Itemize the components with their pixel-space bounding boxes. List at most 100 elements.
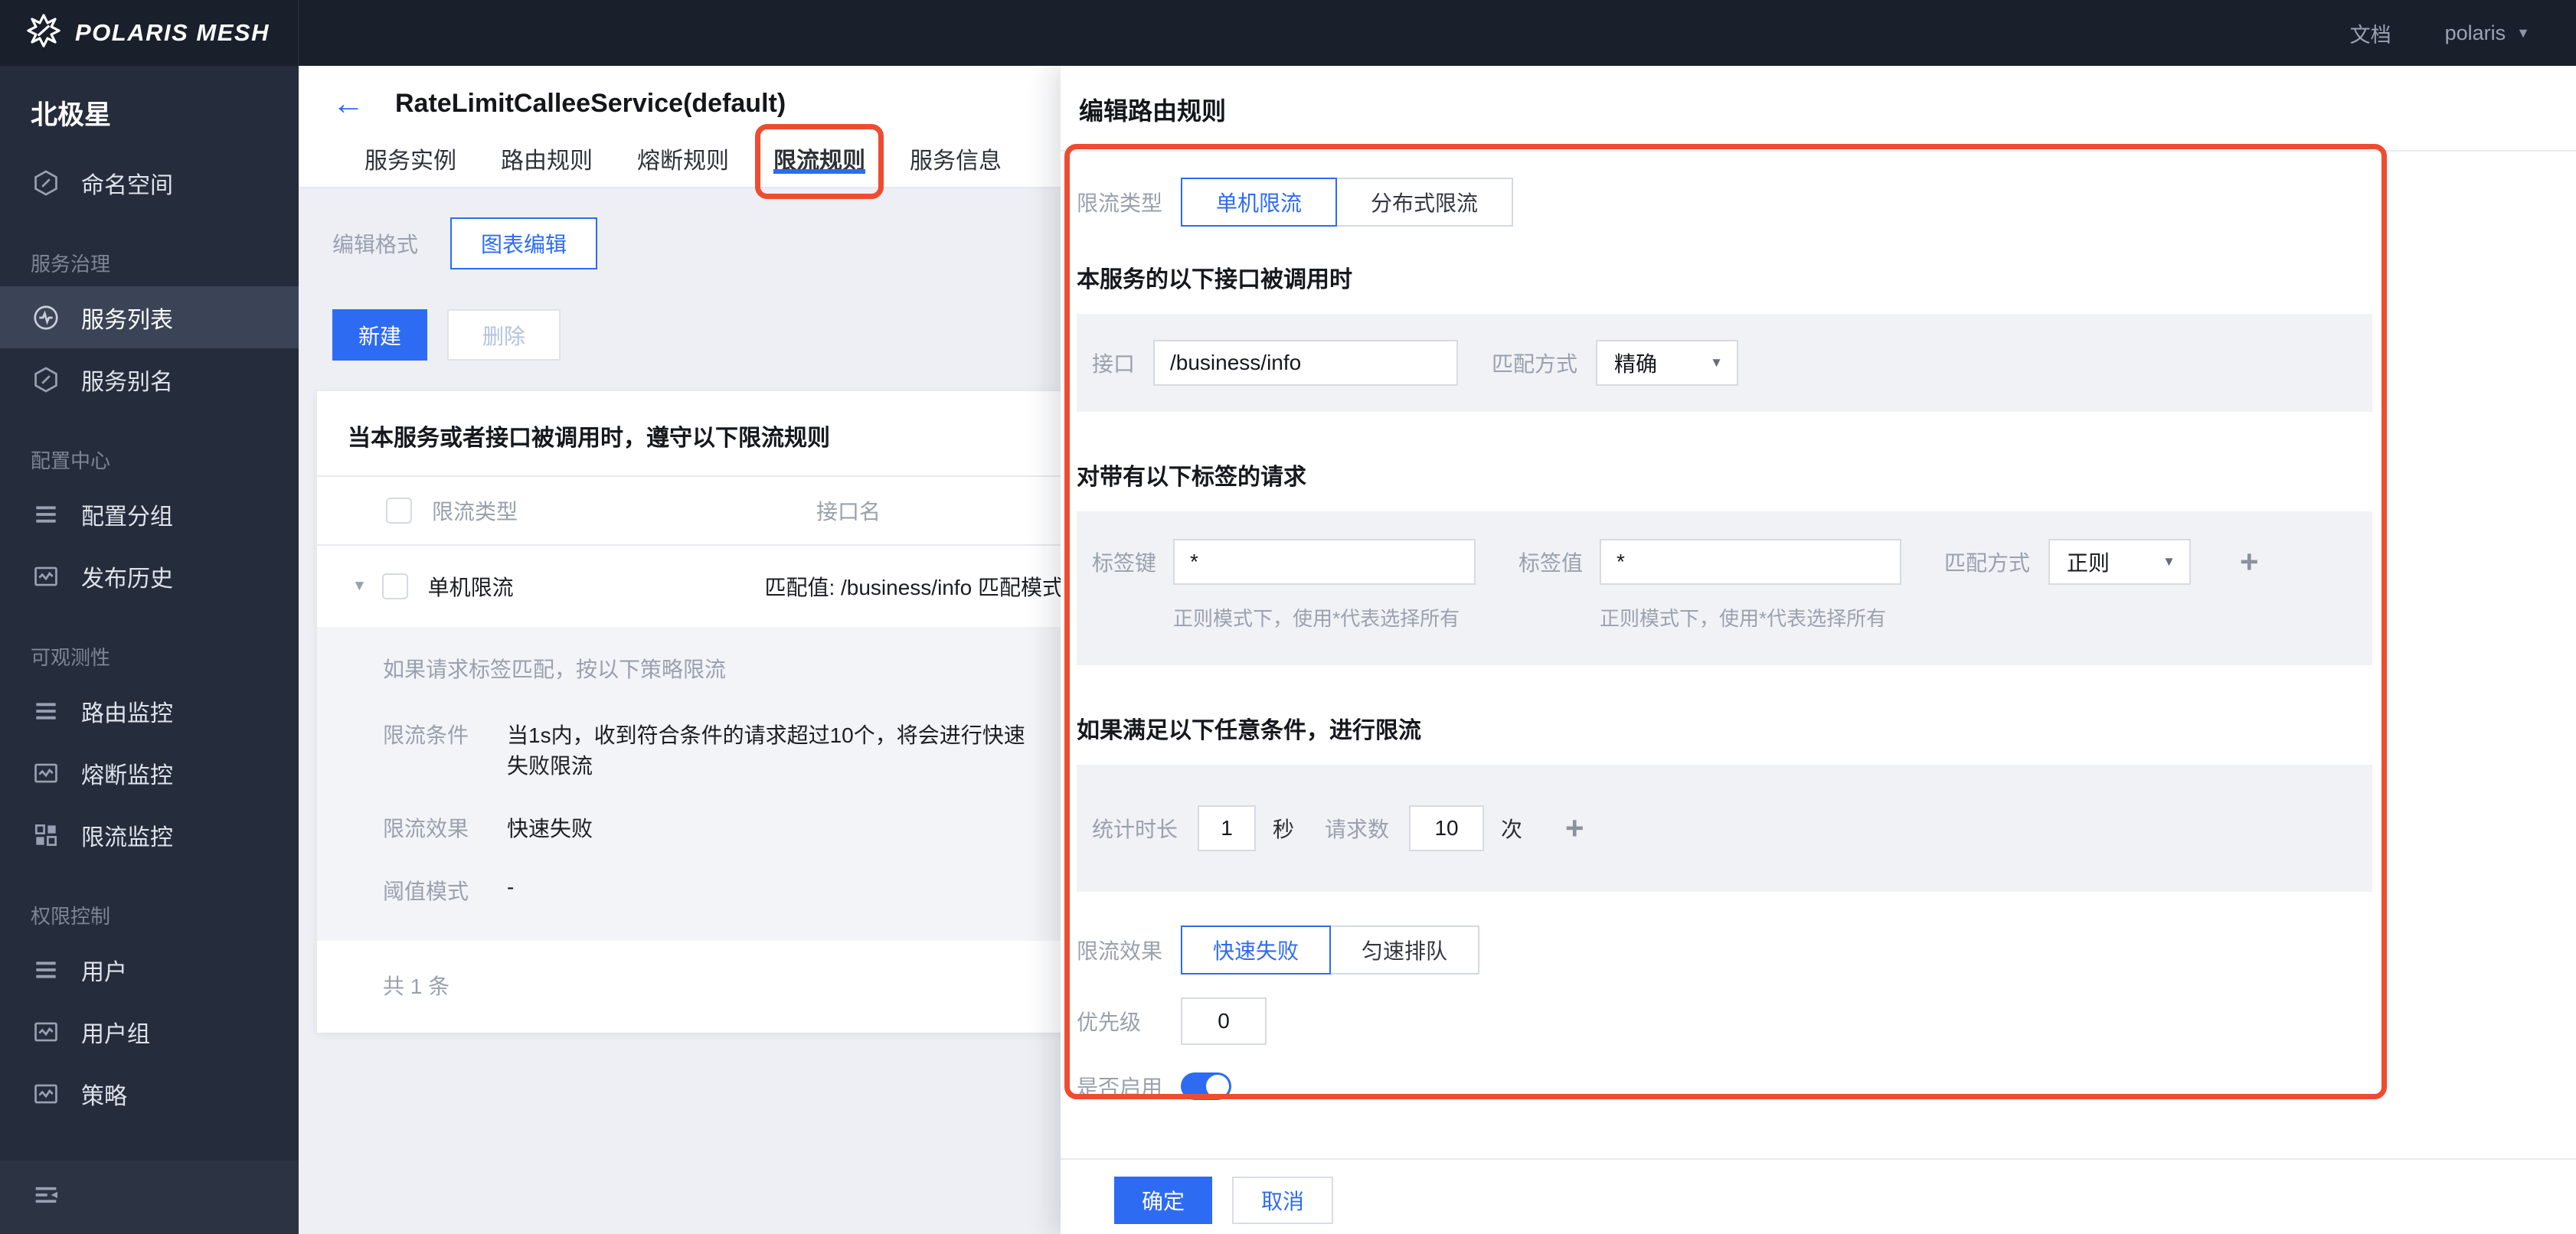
priority-label: 优先级 (1077, 1010, 1142, 1034)
drawer-footer: 确定 取消 (1061, 1158, 2576, 1224)
sidebar-section-observability: 可观测性 (31, 646, 111, 669)
type-option-single[interactable]: 单机限流 (1181, 178, 1338, 227)
grid-icon (31, 820, 61, 850)
topbar: POLARIS MESH 文档 polaris ▼ (0, 0, 2576, 66)
select-all-checkbox[interactable] (386, 498, 412, 524)
sidebar-item-route-monitor[interactable]: 路由监控 (0, 680, 299, 742)
user-menu[interactable]: polaris ▼ (2445, 21, 2530, 45)
tab-circuitbreak-rules[interactable]: 熔断规则 (637, 141, 729, 187)
section-interface: 本服务的以下接口被调用时 (1077, 267, 1352, 292)
toggle-knob (1206, 1075, 1229, 1098)
sidebar-item-label: 路由监控 (81, 700, 173, 726)
tab-route-rules[interactable]: 路由规则 (501, 141, 593, 187)
new-rule-button[interactable]: 新建 (332, 309, 428, 361)
type-label: 限流类型 (1077, 191, 1163, 215)
interface-input[interactable] (1153, 340, 1458, 386)
duration-input[interactable] (1198, 805, 1256, 851)
add-tag-icon[interactable]: + (2240, 546, 2259, 578)
tag-match-label: 匹配方式 (1944, 551, 2031, 575)
sidebar-item-label: 配置分组 (81, 504, 173, 530)
tag-key-input[interactable] (1173, 539, 1476, 585)
effect-option-queue[interactable]: 匀速排队 (1329, 925, 1480, 974)
ratelimit-rules-card: 当本服务或者接口被调用时，遵守以下限流规则 限流类型 接口名 ▼ 单机限流 匹配… (317, 391, 1061, 1033)
sidebar-item-release-history[interactable]: 发布历史 (0, 545, 299, 607)
effect-label: 限流效果 (1077, 939, 1163, 963)
rules-card-title: 当本服务或者接口被调用时，遵守以下限流规则 (348, 426, 830, 451)
tag-match-value: 正则 (2067, 551, 2110, 575)
column-type: 限流类型 (432, 500, 518, 524)
tag-value-hint: 正则模式下，使用*代表选择所有 (1600, 607, 1887, 630)
cancel-button[interactable]: 取消 (1232, 1177, 1334, 1224)
polaris-star-icon (26, 13, 61, 54)
sidebar-item-users[interactable]: 用户 (0, 939, 299, 1001)
match-mode-label: 匹配方式 (1492, 352, 1578, 376)
history-monitor-icon (31, 758, 61, 788)
type-option-distributed[interactable]: 分布式限流 (1335, 178, 1514, 227)
sidebar-item-service-alias[interactable]: 服务别名 (0, 348, 299, 410)
row-type: 单机限流 (427, 576, 514, 599)
interface-match-select[interactable]: 精确 ▼ (1596, 340, 1738, 386)
sidebar-item-label: 服务列表 (81, 307, 173, 333)
section-conditions: 如果满足以下任意条件，进行限流 (1077, 718, 1421, 743)
history-monitor-icon (31, 1079, 61, 1109)
priority-input[interactable] (1181, 997, 1267, 1045)
sidebar-item-circuitbreak-monitor[interactable]: 熔断监控 (0, 742, 299, 804)
back-arrow-icon[interactable]: ← (332, 87, 364, 119)
row-checkbox[interactable] (381, 573, 408, 599)
detail-header: 如果请求标签匹配，按以下策略限流 (383, 658, 727, 681)
duration-unit: 秒 (1273, 818, 1295, 841)
sidebar-item-namespace[interactable]: 命名空间 (0, 152, 299, 214)
list-icon (31, 955, 61, 985)
sidebar-section-config-center: 配置中心 (31, 449, 111, 472)
sidebar-item-policies[interactable]: 策略 (0, 1063, 299, 1125)
sidebar-collapse-button[interactable] (0, 1161, 299, 1234)
sidebar-item-label: 发布历史 (81, 566, 173, 592)
sidebar-item-label: 限流监控 (81, 824, 173, 850)
history-monitor-icon (31, 561, 61, 592)
threshold-value: - (507, 875, 515, 899)
service-detail-panel: ← RateLimitCalleeService(default) 服务实例 路… (299, 66, 1061, 1234)
effect-option-fail-fast[interactable]: 快速失败 (1181, 925, 1332, 974)
tag-value-input[interactable] (1600, 539, 1901, 585)
table-row[interactable]: ▼ 单机限流 匹配值: /business/info 匹配模式 (317, 546, 1061, 627)
page-title: RateLimitCalleeService(default) (395, 88, 786, 118)
total-count: 共 1 条 (383, 974, 450, 998)
sidebar-item-service-list[interactable]: 服务列表 (0, 286, 299, 348)
duration-label: 统计时长 (1092, 818, 1178, 841)
effect-segmented-control: 快速失败 匀速排队 (1181, 925, 1480, 974)
chevron-down-icon: ▼ (2516, 24, 2530, 41)
tab-service-info[interactable]: 服务信息 (910, 141, 1002, 187)
enable-label: 是否启用 (1077, 1076, 1163, 1099)
tab-service-instances[interactable]: 服务实例 (364, 141, 456, 187)
tag-value-label: 标签值 (1518, 551, 1584, 575)
condition-value: 当1s内，收到符合条件的请求超过10个，将会进行快速失败限流 (507, 723, 1025, 778)
interface-label: 接口 (1092, 352, 1136, 376)
row-expand-icon[interactable]: ▼ (352, 578, 382, 595)
enable-toggle[interactable] (1181, 1072, 1231, 1100)
sidebar-item-config-groups[interactable]: 配置分组 (0, 483, 299, 545)
count-label: 请求数 (1325, 818, 1390, 841)
service-detail-header: ← RateLimitCalleeService(default) 服务实例 路… (299, 66, 1061, 199)
tab-bar: 服务实例 路由规则 熔断规则 限流规则 服务信息 (364, 124, 1002, 199)
chart-edit-button[interactable]: 图表编辑 (450, 217, 598, 269)
collapse-icon (31, 1180, 61, 1216)
sidebar-item-user-groups[interactable]: 用户组 (0, 1001, 299, 1063)
type-segmented-control: 单机限流 分布式限流 (1181, 178, 1514, 227)
chevron-down-icon: ▼ (1710, 355, 1723, 370)
effect-label: 限流效果 (383, 817, 469, 841)
logo[interactable]: POLARIS MESH (0, 0, 299, 66)
delete-rule-button[interactable]: 删除 (447, 309, 561, 361)
sidebar-item-label: 熔断监控 (81, 762, 173, 788)
confirm-button[interactable]: 确定 (1114, 1177, 1213, 1224)
sidebar-item-label: 命名空间 (81, 172, 173, 198)
sidebar-item-label: 用户 (81, 959, 127, 985)
tag-match-select[interactable]: 正则 ▼ (2048, 539, 2191, 585)
sidebar-item-ratelimit-monitor[interactable]: 限流监控 (0, 804, 299, 866)
doc-link[interactable]: 文档 (2350, 18, 2391, 48)
effect-value: 快速失败 (507, 817, 593, 841)
table-header-row: 限流类型 接口名 (317, 477, 1061, 544)
count-input[interactable] (1409, 805, 1485, 851)
logo-text: POLARIS MESH (75, 19, 270, 46)
tab-ratelimit-rules[interactable]: 限流规则 (773, 149, 865, 174)
add-condition-icon[interactable]: + (1565, 812, 1584, 844)
